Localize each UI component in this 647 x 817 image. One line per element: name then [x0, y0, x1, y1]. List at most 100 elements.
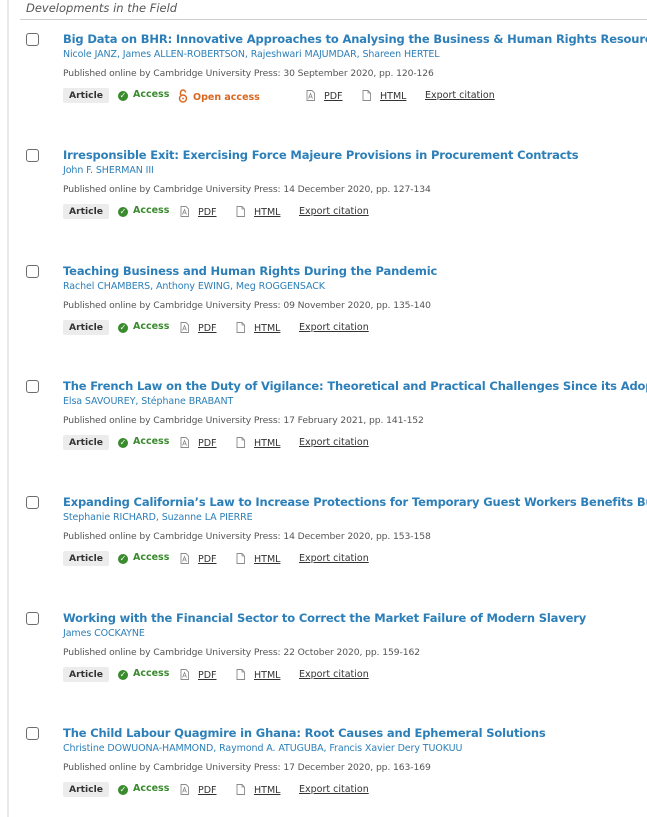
article-title-link[interactable]: The Child Labour Quagmire in Ghana: Root… [63, 726, 546, 740]
pdf-link[interactable]: PDF [180, 669, 217, 681]
access-status: ✓ Access [118, 552, 169, 564]
pdf-link[interactable]: PDF [180, 553, 217, 565]
pdf-label: PDF [198, 670, 217, 681]
html-link[interactable]: HTML [236, 437, 280, 449]
export-citation-link[interactable]: Export citation [299, 784, 369, 795]
html-icon [362, 90, 371, 101]
export-citation-link[interactable]: Export citation [299, 437, 369, 448]
author-list: Stephanie RICHARD, Suzanne LA PIERRE [63, 512, 253, 523]
author-link[interactable]: Shareen HERTEL [362, 49, 439, 60]
article-type-badge: Article [63, 204, 110, 219]
access-label: Access [133, 783, 170, 794]
article-item: Teaching Business and Human Rights Durin… [0, 264, 647, 364]
check-circle-icon: ✓ [118, 91, 128, 101]
article-listing-page: Developments in the Field Big Data on BH… [0, 0, 647, 817]
html-icon [236, 784, 245, 795]
pdf-icon [180, 437, 189, 448]
author-link[interactable]: James ALLEN-ROBERTSON [123, 49, 245, 60]
author-link[interactable]: John F. SHERMAN III [63, 165, 154, 176]
access-label: Access [133, 321, 170, 332]
author-link[interactable]: Raymond A. ATUGUBA [219, 743, 324, 754]
select-checkbox[interactable] [26, 33, 39, 46]
check-circle-icon: ✓ [118, 438, 128, 448]
article-type-badge: Article [63, 551, 110, 566]
html-link[interactable]: HTML [236, 669, 280, 681]
access-label: Access [133, 89, 170, 100]
author-list: John F. SHERMAN III [63, 165, 154, 176]
author-link[interactable]: Nicole JANZ [63, 49, 117, 60]
html-label: HTML [254, 323, 281, 334]
publication-info: Published online by Cambridge University… [63, 184, 431, 195]
html-link[interactable]: HTML [362, 90, 406, 102]
check-circle-icon: ✓ [118, 554, 128, 564]
check-circle-icon: ✓ [118, 323, 128, 333]
export-citation-link[interactable]: Export citation [299, 669, 369, 680]
author-link[interactable]: Anthony EWING [156, 281, 230, 292]
article-type-badge: Article [63, 435, 110, 450]
select-checkbox[interactable] [26, 380, 39, 393]
pdf-label: PDF [198, 438, 217, 449]
pdf-link[interactable]: PDF [306, 90, 343, 102]
article-type-badge: Article [63, 320, 110, 335]
html-icon [236, 206, 245, 217]
html-icon [236, 553, 245, 564]
article-item: Working with the Financial Sector to Cor… [0, 611, 647, 711]
article-title-link[interactable]: Big Data on BHR: Innovative Approaches t… [63, 32, 647, 46]
pdf-icon [180, 206, 189, 217]
pdf-link[interactable]: PDF [180, 206, 217, 218]
html-label: HTML [254, 207, 281, 218]
pdf-icon [180, 553, 189, 564]
author-link[interactable]: Suzanne LA PIERRE [162, 512, 253, 523]
select-checkbox[interactable] [26, 496, 39, 509]
select-checkbox[interactable] [26, 612, 39, 625]
author-link[interactable]: Rachel CHAMBERS [63, 281, 150, 292]
html-link[interactable]: HTML [236, 784, 280, 796]
html-icon [236, 669, 245, 680]
access-label: Access [133, 668, 170, 679]
select-checkbox[interactable] [26, 265, 39, 278]
author-link[interactable]: Christine DOWUONA-HAMMOND [63, 743, 213, 754]
pdf-link[interactable]: PDF [180, 322, 217, 334]
author-link[interactable]: Meg ROGGENSACK [236, 281, 325, 292]
article-title-link[interactable]: Irresponsible Exit: Exercising Force Maj… [63, 148, 579, 162]
pdf-icon [180, 669, 189, 680]
html-label: HTML [380, 91, 407, 102]
pdf-label: PDF [324, 91, 343, 102]
article-title-link[interactable]: Expanding California’s Law to Increase P… [63, 495, 647, 509]
html-link[interactable]: HTML [236, 553, 280, 565]
pdf-label: PDF [198, 323, 217, 334]
select-checkbox[interactable] [26, 727, 39, 740]
export-citation-link[interactable]: Export citation [299, 553, 369, 564]
select-checkbox[interactable] [26, 149, 39, 162]
article-actions: Article ✓ Access PDF HTML Export citation [63, 204, 647, 222]
access-label: Access [133, 205, 170, 216]
access-status: ✓ Access [118, 205, 169, 217]
pdf-link[interactable]: PDF [180, 437, 217, 449]
export-citation-link[interactable]: Export citation [299, 206, 369, 217]
article-item: Big Data on BHR: Innovative Approaches t… [0, 32, 647, 132]
section-heading: Developments in the Field [26, 1, 178, 15]
article-title-link[interactable]: Teaching Business and Human Rights Durin… [63, 264, 437, 278]
export-citation-link[interactable]: Export citation [299, 322, 369, 333]
author-link[interactable]: James COCKAYNE [63, 628, 145, 639]
author-link[interactable]: Stephanie RICHARD [63, 512, 156, 523]
export-citation-link[interactable]: Export citation [425, 90, 495, 101]
access-status: ✓ Access [118, 321, 169, 333]
article-title-link[interactable]: The French Law on the Duty of Vigilance:… [63, 379, 647, 393]
check-circle-icon: ✓ [118, 207, 128, 217]
article-type-badge: Article [63, 782, 110, 797]
check-circle-icon: ✓ [118, 670, 128, 680]
author-list: Christine DOWUONA-HAMMOND, Raymond A. AT… [63, 743, 463, 754]
html-label: HTML [254, 785, 281, 796]
html-link[interactable]: HTML [236, 206, 280, 218]
check-circle-icon: ✓ [118, 785, 128, 795]
pdf-link[interactable]: PDF [180, 784, 217, 796]
html-label: HTML [254, 438, 281, 449]
author-link[interactable]: Francis Xavier Dery TUOKUU [329, 743, 462, 754]
author-link[interactable]: Elsa SAVOUREY [63, 396, 136, 407]
author-list: Nicole JANZ, James ALLEN-ROBERTSON, Raje… [63, 49, 440, 60]
author-link[interactable]: Stéphane BRABANT [141, 396, 233, 407]
author-link[interactable]: Rajeshwari MAJUMDAR [251, 49, 357, 60]
html-link[interactable]: HTML [236, 322, 280, 334]
article-title-link[interactable]: Working with the Financial Sector to Cor… [63, 611, 586, 625]
